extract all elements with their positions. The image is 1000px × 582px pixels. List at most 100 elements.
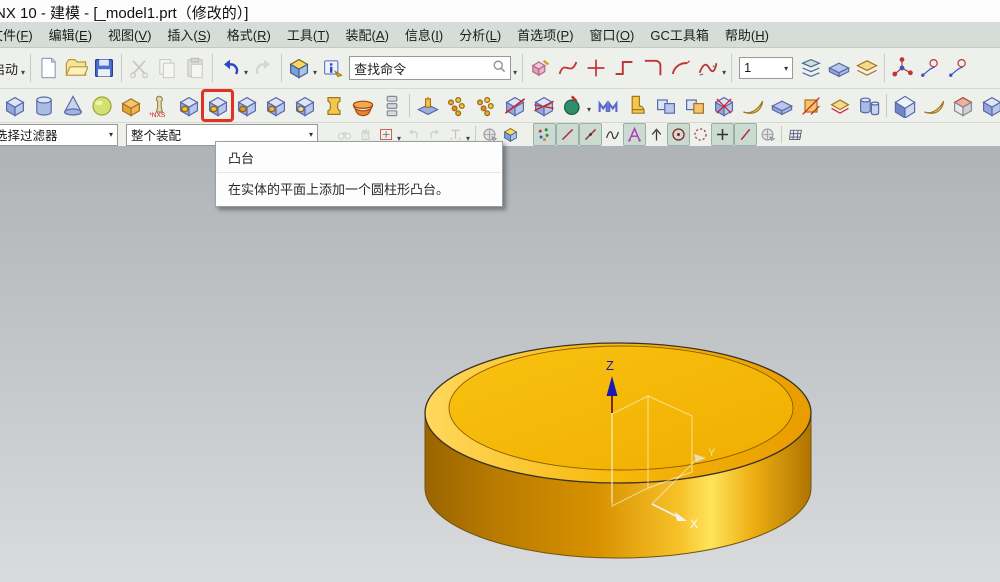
- sync-modeling-icon-5[interactable]: [638, 54, 666, 82]
- menu-insert[interactable]: 插入(S): [159, 22, 218, 47]
- snap-point-icon[interactable]: [533, 123, 556, 146]
- block-icon[interactable]: [0, 91, 29, 120]
- snap-point-on-surface-icon[interactable]: [757, 124, 778, 145]
- work-layer-combo[interactable]: 1▾: [739, 57, 793, 79]
- grid-icon[interactable]: [785, 124, 806, 145]
- save-icon[interactable]: [90, 54, 118, 82]
- window-style-caret[interactable]: ▾: [313, 68, 317, 77]
- find-command-input[interactable]: [350, 61, 491, 76]
- menu-tools[interactable]: 工具(T): [279, 22, 338, 47]
- patch-icon[interactable]: [796, 91, 825, 120]
- menu-window[interactable]: 窗口(O): [582, 22, 643, 47]
- new-file-icon[interactable]: [34, 54, 62, 82]
- revolve-icon[interactable]: [319, 91, 348, 120]
- paste-icon[interactable]: [181, 54, 209, 82]
- start-menu-caret[interactable]: ▾: [21, 68, 25, 77]
- menu-preferences[interactable]: 首选项(P): [509, 22, 581, 47]
- trim-body-icon[interactable]: [500, 91, 529, 120]
- groove-icon[interactable]: [290, 91, 319, 120]
- wrap-geometry-icon[interactable]: [919, 91, 948, 120]
- snap-point-on-curve-icon[interactable]: [602, 124, 623, 145]
- start-menu-button[interactable]: 启动: [0, 59, 21, 78]
- sew-icon[interactable]: [767, 91, 796, 120]
- shell-icon[interactable]: [890, 91, 919, 120]
- split-body-icon[interactable]: [529, 91, 558, 120]
- mirror-feature-icon[interactable]: [593, 91, 622, 120]
- sync-modeling-icon-6[interactable]: [666, 54, 694, 82]
- edge-blend-icon[interactable]: [977, 91, 1000, 120]
- nxs-tool-icon[interactable]: *NXS: [145, 91, 174, 120]
- window-style-icon[interactable]: [285, 54, 313, 82]
- snap-midpoint-icon[interactable]: [579, 123, 602, 146]
- chamfer-icon[interactable]: [948, 91, 977, 120]
- emboss-icon[interactable]: [174, 91, 203, 120]
- menu-analysis[interactable]: 分析(L): [451, 22, 509, 47]
- snap-quadrant-icon[interactable]: [690, 124, 711, 145]
- scale-body-icon[interactable]: [854, 91, 883, 120]
- menu-assemblies[interactable]: 装配(A): [338, 22, 397, 47]
- find-command-box[interactable]: [349, 56, 511, 80]
- pattern-stack-icon[interactable]: [377, 91, 406, 120]
- offset-face-icon[interactable]: [825, 91, 854, 120]
- unite-icon[interactable]: [651, 91, 680, 120]
- command-finder-icon[interactable]: [319, 54, 347, 82]
- selection-scope-combo-caret[interactable]: ▾: [309, 130, 313, 139]
- sync-modeling-icon-1[interactable]: [526, 54, 554, 82]
- pattern-feature-icon[interactable]: [442, 91, 471, 120]
- graphics-window[interactable]: Z X Y: [0, 146, 1000, 582]
- menu-format[interactable]: 格式(R): [219, 22, 279, 47]
- selection-filter-combo-caret[interactable]: ▾: [109, 130, 113, 139]
- menu-edit[interactable]: 编辑(E): [41, 22, 100, 47]
- menu-help[interactable]: 帮助(H): [717, 22, 777, 47]
- datum-platform-icon[interactable]: [413, 91, 442, 120]
- snap-existing-point-icon[interactable]: [623, 123, 646, 146]
- sync-modeling-caret[interactable]: ▾: [722, 68, 726, 77]
- cut-icon[interactable]: [125, 54, 153, 82]
- sync-modeling-icon-7[interactable]: [694, 54, 722, 82]
- snap-point-on-line-icon[interactable]: [734, 123, 757, 146]
- offset-region-icon[interactable]: [558, 91, 587, 120]
- copy-icon[interactable]: [153, 54, 181, 82]
- undo-icon[interactable]: [216, 54, 244, 82]
- cone-icon[interactable]: [58, 91, 87, 120]
- work-layer-combo-caret[interactable]: ▾: [784, 64, 788, 73]
- find-command-caret[interactable]: ▾: [513, 68, 517, 77]
- redo-icon[interactable]: [250, 54, 278, 82]
- intersect-icon[interactable]: [680, 91, 709, 120]
- extract-body-icon[interactable]: [116, 91, 145, 120]
- offset-region-caret[interactable]: ▾: [587, 105, 591, 114]
- snap-tangent-icon[interactable]: [646, 124, 667, 145]
- pocket-icon[interactable]: [261, 91, 290, 120]
- model-top-face[interactable]: [449, 346, 793, 470]
- vector-dialog-icon[interactable]: [944, 54, 972, 82]
- selection-filter-combo[interactable]: 选择过滤器▾: [0, 124, 118, 146]
- sync-modeling-icon-4[interactable]: [610, 54, 638, 82]
- point-dialog-icon[interactable]: [916, 54, 944, 82]
- pad-icon[interactable]: [232, 91, 261, 120]
- shaded-view-icon[interactable]: [500, 124, 521, 145]
- datum-csys-icon[interactable]: [888, 54, 916, 82]
- boss-icon[interactable]: [203, 91, 232, 120]
- menu-file[interactable]: 文件(F): [0, 22, 41, 47]
- sync-modeling-icon-2[interactable]: [554, 54, 582, 82]
- snap-endpoint-icon[interactable]: [556, 123, 579, 146]
- undo-caret[interactable]: ▾: [244, 68, 248, 77]
- open-file-icon[interactable]: [62, 54, 90, 82]
- draft-icon[interactable]: [622, 91, 651, 120]
- layer-visible-icon[interactable]: [825, 54, 853, 82]
- sheet-trim-icon[interactable]: [738, 91, 767, 120]
- menu-view[interactable]: 视图(V): [100, 22, 159, 47]
- subtract-icon[interactable]: [709, 91, 738, 120]
- pattern-geometry-icon[interactable]: [471, 91, 500, 120]
- layer-category-icon[interactable]: [853, 54, 881, 82]
- snap-intersection-icon[interactable]: [711, 123, 734, 146]
- snap-center-icon[interactable]: [667, 123, 690, 146]
- menu-gc-toolbox[interactable]: GC工具箱: [642, 22, 717, 47]
- layer-settings-icon[interactable]: [797, 54, 825, 82]
- sphere-icon[interactable]: [87, 91, 116, 120]
- sheet-body-icon[interactable]: [348, 91, 377, 120]
- sync-modeling-icon-3[interactable]: [582, 54, 610, 82]
- cylinder-icon[interactable]: [29, 91, 58, 120]
- menu-information[interactable]: 信息(I): [397, 22, 451, 47]
- separator: [121, 54, 122, 82]
